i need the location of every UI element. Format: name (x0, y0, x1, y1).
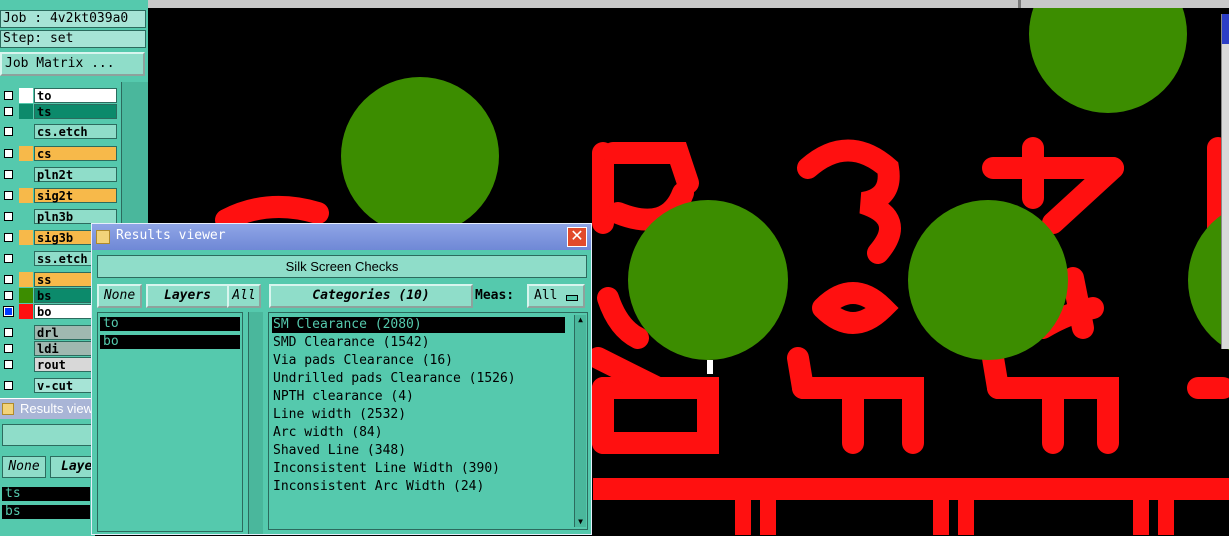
layer-checkbox[interactable] (4, 91, 13, 100)
layer-row[interactable]: ts (0, 103, 120, 120)
window-icon (96, 230, 110, 244)
category-item[interactable]: Undrilled pads Clearance (1526) (272, 371, 565, 387)
layer-color-swatch[interactable] (19, 304, 33, 319)
layer-checkbox[interactable] (4, 381, 13, 390)
layer-color-swatch[interactable] (19, 167, 33, 182)
layer-color-swatch[interactable] (19, 230, 33, 245)
category-item[interactable]: Inconsistent Arc Width (24) (272, 479, 565, 495)
category-item[interactable]: Inconsistent Line Width (390) (272, 461, 565, 477)
results-viewer-back-header (2, 424, 95, 446)
layer-name[interactable]: sig2t (34, 188, 117, 203)
layer-color-swatch[interactable] (19, 88, 33, 103)
list-item[interactable]: to (100, 317, 240, 331)
layer-color-swatch[interactable] (19, 104, 33, 119)
layer-checkbox[interactable] (4, 328, 13, 337)
layer-checkbox[interactable] (4, 344, 13, 353)
layer-checkbox[interactable] (4, 254, 13, 263)
step-label: Step: set (0, 30, 146, 48)
category-item[interactable]: Via pads Clearance (16) (272, 353, 565, 369)
results-viewer-back-titlebar[interactable]: Results viewer (0, 399, 95, 419)
layer-checkbox[interactable] (4, 275, 13, 284)
all-button[interactable]: All (227, 284, 261, 308)
list-item[interactable]: ts (2, 487, 90, 501)
layer-name[interactable]: cs.etch (34, 124, 117, 139)
layer-color-swatch[interactable] (19, 357, 33, 372)
results-viewer-window[interactable]: Results viewer ✕ Silk Screen Checks None… (91, 223, 592, 535)
job-label: Job : 4v2kt039a0 (0, 10, 146, 28)
scroll-down-icon[interactable]: ▼ (575, 517, 586, 527)
layer-checkbox[interactable] (4, 170, 13, 179)
dropdown-icon (566, 295, 578, 301)
categories-button[interactable]: Categories (10) (269, 284, 473, 308)
layer-checkbox[interactable] (4, 107, 13, 116)
none-button-back[interactable]: None (2, 456, 46, 478)
results-viewer-titlebar[interactable]: Results viewer ✕ (92, 224, 591, 250)
layer-name[interactable]: to (34, 88, 117, 103)
layer-row[interactable]: pln2t (0, 166, 120, 183)
layer-checkbox[interactable] (4, 212, 13, 221)
layer-color-swatch[interactable] (19, 325, 33, 340)
layer-color-swatch[interactable] (19, 188, 33, 203)
silk-bottom-fingers (735, 500, 1174, 535)
layer-checkbox[interactable] (4, 291, 13, 300)
layer-color-swatch[interactable] (19, 124, 33, 139)
layer-name[interactable]: pln2t (34, 167, 117, 182)
layer-color-swatch[interactable] (19, 272, 33, 287)
category-item[interactable]: Arc width (84) (272, 425, 565, 441)
cursor-mark (707, 360, 713, 374)
meas-label: Meas: (475, 288, 515, 303)
layer-color-swatch[interactable] (19, 251, 33, 266)
layer-color-swatch[interactable] (19, 341, 33, 356)
close-icon[interactable]: ✕ (567, 227, 587, 247)
results-layer-list: to bo (97, 312, 243, 532)
window-icon (2, 403, 14, 415)
pane-divider[interactable] (248, 312, 263, 534)
meas-select[interactable]: All (527, 284, 585, 308)
meas-select-value: All (534, 288, 558, 303)
category-item[interactable]: Line width (2532) (272, 407, 565, 423)
layer-color-swatch[interactable] (19, 209, 33, 224)
layer-name[interactable]: ts (34, 104, 117, 119)
layer-checkbox[interactable] (4, 127, 13, 136)
silk-bottom-bar (593, 478, 1229, 500)
results-viewer-title: Results viewer (116, 228, 226, 243)
layer-row[interactable]: to (0, 87, 120, 104)
category-item[interactable]: SMD Clearance (1542) (272, 335, 565, 351)
layer-name[interactable]: pln3b (34, 209, 117, 224)
layer-checkbox[interactable] (4, 149, 13, 158)
list-item[interactable]: bs (2, 505, 90, 519)
results-viewer-back-title: Results viewer (20, 401, 95, 416)
category-scrollbar[interactable]: ▲ ▼ (574, 315, 586, 527)
job-matrix-button[interactable]: Job Matrix ... (0, 52, 145, 76)
layer-color-swatch[interactable] (19, 288, 33, 303)
category-item[interactable]: SM Clearance (2080) (272, 317, 565, 333)
layer-checkbox[interactable] (4, 360, 13, 369)
results-viewer-background-window[interactable]: Results viewer None Layers ts bs (0, 398, 95, 536)
category-item[interactable]: NPTH clearance (4) (272, 389, 565, 405)
toolbar-separator (1018, 0, 1021, 8)
layer-checkbox[interactable] (3, 306, 14, 317)
check-set-header: Silk Screen Checks (97, 255, 587, 278)
layer-name[interactable]: cs (34, 146, 117, 161)
layer-row[interactable]: sig2t (0, 187, 120, 204)
scroll-up-icon[interactable]: ▲ (575, 315, 586, 325)
layer-row[interactable]: cs (0, 145, 120, 162)
canvas-right-edge (1221, 14, 1229, 349)
layer-color-swatch[interactable] (19, 378, 33, 393)
layer-row[interactable]: cs.etch (0, 123, 120, 140)
layer-color-swatch[interactable] (19, 146, 33, 161)
layers-button[interactable]: Layers (146, 284, 229, 308)
list-item[interactable]: bo (100, 335, 240, 349)
category-list: SM Clearance (2080) SMD Clearance (1542) V… (268, 312, 588, 530)
category-item[interactable]: Shaved Line (348) (272, 443, 565, 459)
layer-checkbox[interactable] (4, 191, 13, 200)
layers-button-back[interactable]: Layers (50, 456, 95, 478)
layer-checkbox[interactable] (4, 233, 13, 242)
none-button[interactable]: None (97, 284, 142, 308)
